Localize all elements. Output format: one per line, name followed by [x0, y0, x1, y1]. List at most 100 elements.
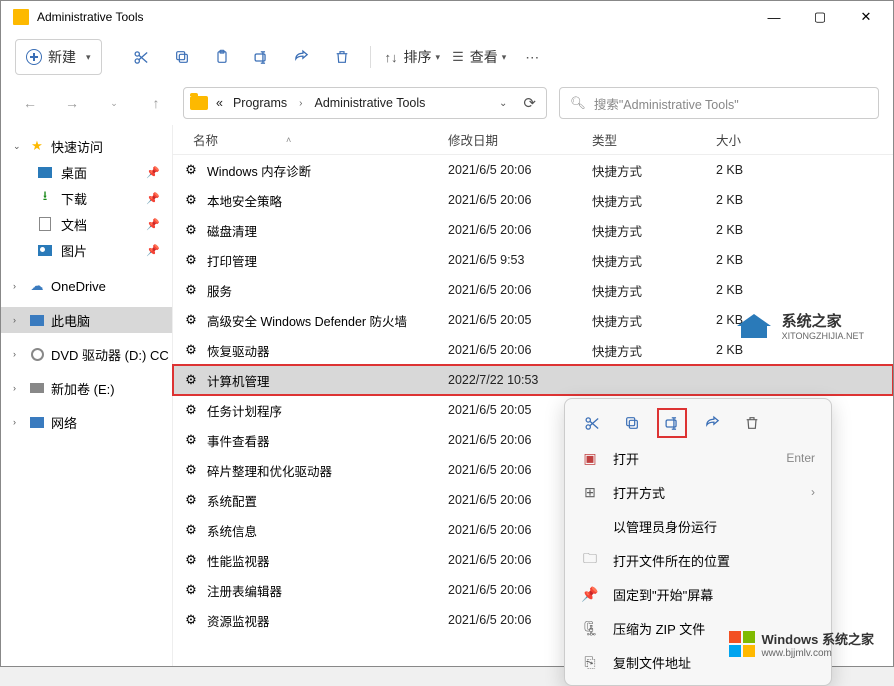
- list-icon: ☰: [452, 49, 464, 65]
- file-type: 快捷方式: [592, 221, 716, 240]
- chevron-right-icon: ›: [13, 383, 23, 393]
- delete-button[interactable]: [322, 39, 362, 75]
- file-row[interactable]: ⚙Windows 内存诊断2021/6/5 20:06快捷方式2 KB: [173, 155, 893, 185]
- more-button[interactable]: ⋯: [512, 39, 552, 75]
- header-size[interactable]: 大小: [716, 130, 786, 149]
- sidebar-dvd-drive[interactable]: › DVD 驱动器 (D:) CC: [1, 341, 172, 367]
- navigation-pane: ⌄ ★ 快速访问 桌面 📌 ⭳下载 📌 文档 📌 图片 📌 ›: [1, 125, 173, 666]
- ctx-run-admin[interactable]: 以管理员身份运行: [565, 509, 831, 543]
- address-bar[interactable]: « Programs › Administrative Tools ⌄ ⟳: [183, 87, 547, 119]
- command-bar: 新建 ▾ ↑↓ 排序 ▾ ☰ 查看 ▾: [1, 33, 893, 81]
- window-title: Administrative Tools: [37, 10, 751, 24]
- search-input[interactable]: 🔍︎ 搜索"Administrative Tools": [559, 87, 879, 119]
- file-name: 事件查看器: [207, 431, 270, 450]
- refresh-button[interactable]: ⟳: [519, 94, 540, 112]
- sidebar-network[interactable]: › 网络: [1, 409, 172, 435]
- document-icon: [39, 217, 51, 231]
- breadcrumb-overflow[interactable]: «: [214, 96, 225, 110]
- file-name: 本地安全策略: [207, 191, 282, 210]
- file-name: 碎片整理和优化驱动器: [207, 461, 332, 480]
- forward-button[interactable]: →: [57, 88, 87, 118]
- paste-button[interactable]: [202, 39, 242, 75]
- shortcut-icon: ⚙: [183, 252, 199, 268]
- file-type: 快捷方式: [592, 161, 716, 180]
- ctx-copy-button[interactable]: [621, 412, 643, 434]
- ctx-label: 打开方式: [613, 483, 797, 502]
- sidebar-label: DVD 驱动器 (D:) CC: [51, 345, 169, 364]
- sidebar-onedrive[interactable]: › ☁ OneDrive: [1, 273, 172, 299]
- chevron-down-icon: ▾: [436, 52, 441, 63]
- file-name: 恢复驱动器: [207, 341, 270, 360]
- ctx-compress-zip[interactable]: 🗜 压缩为 ZIP 文件: [565, 611, 831, 645]
- chevron-down-icon[interactable]: ⌄: [499, 98, 507, 109]
- file-row[interactable]: ⚙服务2021/6/5 20:06快捷方式2 KB: [173, 275, 893, 305]
- sidebar-this-pc[interactable]: › 此电脑: [1, 307, 172, 333]
- file-size: 2 KB: [716, 163, 786, 177]
- header-name[interactable]: 名称˄: [193, 130, 448, 149]
- sidebar-label: 图片: [61, 241, 87, 260]
- close-button[interactable]: ✕: [843, 1, 889, 33]
- copy-button[interactable]: [162, 39, 202, 75]
- header-type[interactable]: 类型: [592, 130, 716, 149]
- folder-icon: 🗀: [581, 548, 599, 572]
- separator: [370, 46, 371, 68]
- view-button[interactable]: ☰ 查看 ▾: [446, 39, 512, 75]
- maximize-button[interactable]: ▢: [797, 1, 843, 33]
- zip-icon: 🗜: [581, 620, 599, 637]
- sidebar-label: 桌面: [61, 163, 87, 182]
- star-icon: ★: [29, 139, 45, 153]
- rename-button[interactable]: [242, 39, 282, 75]
- folder-icon: [190, 96, 208, 110]
- ctx-cut-button[interactable]: [581, 412, 603, 434]
- minimize-button[interactable]: —: [751, 1, 797, 33]
- sidebar-quick-access[interactable]: ⌄ ★ 快速访问: [1, 133, 172, 159]
- sidebar-label: OneDrive: [51, 279, 106, 294]
- ctx-rename-button[interactable]: [661, 412, 683, 434]
- file-date: 2021/6/5 20:06: [448, 223, 592, 237]
- file-row[interactable]: ⚙打印管理2021/6/5 9:53快捷方式2 KB: [173, 245, 893, 275]
- share-button[interactable]: [282, 39, 322, 75]
- title-bar[interactable]: Administrative Tools — ▢ ✕: [1, 1, 893, 33]
- ctx-label: 复制文件地址: [613, 653, 815, 672]
- file-row[interactable]: ⚙本地安全策略2021/6/5 20:06快捷方式2 KB: [173, 185, 893, 215]
- file-row[interactable]: ⚙高级安全 Windows Defender 防火墙2021/6/5 20:05…: [173, 305, 893, 335]
- file-row[interactable]: ⚙计算机管理2022/7/22 10:53: [173, 365, 893, 395]
- ctx-copy-path[interactable]: ⎘ 复制文件地址: [565, 645, 831, 679]
- file-name: Windows 内存诊断: [207, 161, 311, 180]
- breadcrumb-item[interactable]: Administrative Tools: [312, 96, 427, 110]
- sidebar-label: 快速访问: [51, 137, 103, 156]
- ctx-open[interactable]: ▣ 打开 Enter: [565, 441, 831, 475]
- chevron-right-icon: ›: [13, 417, 23, 427]
- shortcut-icon: ⚙: [183, 522, 199, 538]
- ctx-open-location[interactable]: 🗀 打开文件所在的位置: [565, 543, 831, 577]
- breadcrumb-item[interactable]: Programs: [231, 96, 289, 110]
- sidebar-item-documents[interactable]: 文档 📌: [1, 211, 172, 237]
- ctx-accelerator: Enter: [786, 451, 815, 465]
- header-date[interactable]: 修改日期: [448, 130, 592, 149]
- file-row[interactable]: ⚙恢复驱动器2021/6/5 20:06快捷方式2 KB: [173, 335, 893, 365]
- ctx-pin-start[interactable]: 📌 固定到"开始"屏幕: [565, 577, 831, 611]
- chevron-right-icon[interactable]: ›: [295, 98, 306, 109]
- sort-button[interactable]: ↑↓ 排序 ▾: [379, 39, 447, 75]
- file-name: 系统信息: [207, 521, 257, 540]
- file-date: 2022/7/22 10:53: [448, 373, 592, 387]
- ctx-share-button[interactable]: [701, 412, 723, 434]
- file-name: 任务计划程序: [207, 401, 282, 420]
- download-icon: ⭳: [37, 191, 53, 205]
- back-button[interactable]: ←: [15, 88, 45, 118]
- sidebar-item-desktop[interactable]: 桌面 📌: [1, 159, 172, 185]
- ctx-open-with[interactable]: ⊞ 打开方式 ›: [565, 475, 831, 509]
- recent-button[interactable]: ⌄: [99, 88, 129, 118]
- up-button[interactable]: ↑: [141, 88, 171, 118]
- ctx-delete-button[interactable]: [741, 412, 763, 434]
- sidebar-new-volume[interactable]: › 新加卷 (E:): [1, 375, 172, 401]
- new-button[interactable]: 新建 ▾: [15, 39, 102, 75]
- copy-icon: [624, 415, 640, 431]
- sidebar-item-downloads[interactable]: ⭳下载 📌: [1, 185, 172, 211]
- file-row[interactable]: ⚙磁盘清理2021/6/5 20:06快捷方式2 KB: [173, 215, 893, 245]
- cut-button[interactable]: [122, 39, 162, 75]
- new-label: 新建: [48, 47, 76, 67]
- chevron-down-icon: ⌄: [13, 141, 23, 152]
- sidebar-item-pictures[interactable]: 图片 📌: [1, 237, 172, 263]
- sidebar-label: 此电脑: [51, 311, 90, 330]
